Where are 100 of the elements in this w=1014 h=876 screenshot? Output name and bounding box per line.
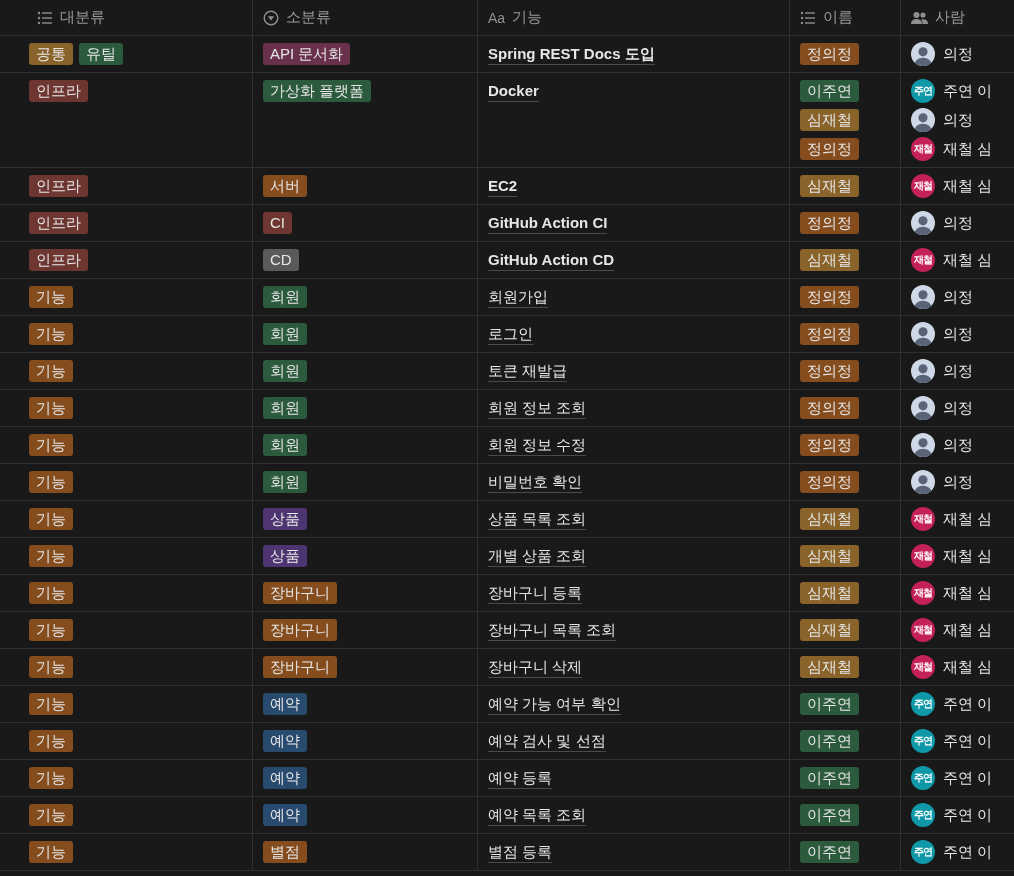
tag: 공통: [29, 43, 73, 65]
page-title-link[interactable]: 상품 목록 조회: [488, 508, 587, 530]
column-header[interactable]: 대분류: [60, 8, 105, 27]
tag: 별점: [263, 841, 307, 863]
tag: 기능: [29, 397, 73, 419]
list-icon: [37, 10, 53, 25]
tag: 기능: [29, 360, 73, 382]
page-title-link[interactable]: 토큰 재발급: [488, 360, 568, 382]
tag: CI: [263, 212, 292, 234]
tag: 기능: [29, 693, 73, 715]
person-name: 재철 심: [943, 139, 993, 159]
page-title-link[interactable]: Docker: [488, 80, 539, 102]
page-title-link[interactable]: 회원 정보 조회: [488, 397, 587, 419]
tag: 정의정: [800, 434, 859, 456]
tag: 정의정: [800, 471, 859, 493]
column-header[interactable]: 이름: [823, 8, 853, 27]
page-title-link[interactable]: GitHub Action CI: [488, 212, 608, 234]
tag: 회원: [263, 397, 307, 419]
tag: 회원: [263, 323, 307, 345]
tag: 장바구니: [263, 582, 337, 604]
select-property-icon: [263, 9, 279, 26]
tag: 기능: [29, 471, 73, 493]
column-header[interactable]: 소분류: [286, 8, 331, 27]
page-title-link[interactable]: 예약 목록 조회: [488, 804, 587, 826]
page-title-link[interactable]: 예약 검사 및 선점: [488, 730, 606, 752]
avatar-placeholder: [911, 211, 935, 235]
avatar-initials: 주연: [911, 840, 935, 864]
page-title-link[interactable]: 장바구니 목록 조회: [488, 619, 617, 641]
tag: 예약: [263, 804, 307, 826]
tag: 회원: [263, 360, 307, 382]
avatar-initials: 재철: [911, 137, 935, 161]
page-title-link[interactable]: 비밀번호 확인: [488, 471, 583, 493]
tag: 정의정: [800, 360, 859, 382]
page-title-link[interactable]: 예약 등록: [488, 767, 553, 789]
tag: 회원: [263, 471, 307, 493]
person-name: 의정: [943, 361, 973, 381]
avatar-placeholder: [911, 470, 935, 494]
tag: 장바구니: [263, 619, 337, 641]
tag: 장바구니: [263, 656, 337, 678]
tag: 심재철: [800, 109, 859, 131]
page-title-link[interactable]: 별점 등록: [488, 841, 553, 863]
avatar-initials: 재철: [911, 544, 935, 568]
avatar-initials: 주연: [911, 803, 935, 827]
page-title-link[interactable]: 장바구니 삭제: [488, 656, 583, 678]
page-title-link[interactable]: 개별 상품 조회: [488, 545, 587, 567]
avatar-initials: 재철: [911, 581, 935, 605]
people-icon: [911, 10, 928, 25]
tag: 기능: [29, 323, 73, 345]
person-name: 주연 이: [943, 694, 993, 714]
tag: 심재철: [800, 508, 859, 530]
tag: 기능: [29, 619, 73, 641]
avatar-initials: 주연: [911, 766, 935, 790]
tag: 서버: [263, 175, 307, 197]
tag: 회원: [263, 286, 307, 308]
tag: 기능: [29, 730, 73, 752]
avatar-initials: 재철: [911, 507, 935, 531]
column-header[interactable]: 기능: [512, 8, 543, 27]
page-title-link[interactable]: 로그인: [488, 323, 533, 345]
tag: 정의정: [800, 43, 859, 65]
tag: 심재철: [800, 175, 859, 197]
tag: 인프라: [29, 80, 88, 102]
page-title-link[interactable]: Spring REST Docs 도입: [488, 43, 655, 65]
tag: 이주연: [800, 730, 859, 752]
tag: 이주연: [800, 80, 859, 102]
tag: 정의정: [800, 323, 859, 345]
page-title-link[interactable]: 회원 정보 수정: [488, 434, 587, 456]
tag: 가상화 플랫폼: [263, 80, 372, 102]
avatar-placeholder: [911, 322, 935, 346]
person-name: 재철 심: [943, 509, 993, 529]
tag: 심재철: [800, 656, 859, 678]
tag: 이주연: [800, 767, 859, 789]
tag: 기능: [29, 286, 73, 308]
avatar-initials: 재철: [911, 174, 935, 198]
tag: 정의정: [800, 286, 859, 308]
avatar-placeholder: [911, 285, 935, 309]
person-name: 주연 이: [943, 805, 993, 825]
page-title-link[interactable]: 회원가입: [488, 286, 548, 308]
person-name: 주연 이: [943, 81, 993, 101]
page-title-link[interactable]: 장바구니 등록: [488, 582, 583, 604]
person-name: 주연 이: [943, 768, 993, 788]
tag: 심재철: [800, 249, 859, 271]
tag: 회원: [263, 434, 307, 456]
tag: 인프라: [29, 175, 88, 197]
avatar-placeholder: [911, 108, 935, 132]
avatar-placeholder: [911, 396, 935, 420]
page-title-link[interactable]: 예약 가능 여부 확인: [488, 693, 621, 715]
avatar-initials: 주연: [911, 79, 935, 103]
tag: 정의정: [800, 397, 859, 419]
tag: 심재철: [800, 545, 859, 567]
tag: 예약: [263, 767, 307, 789]
person-name: 재철 심: [943, 620, 993, 640]
page-title-link[interactable]: EC2: [488, 175, 518, 197]
tag: 기능: [29, 582, 73, 604]
tag: 심재철: [800, 582, 859, 604]
avatar-initials: 재철: [911, 655, 935, 679]
tag: 기능: [29, 434, 73, 456]
page-title-link[interactable]: GitHub Action CD: [488, 249, 615, 271]
column-header[interactable]: 사람: [935, 8, 965, 27]
tag: 인프라: [29, 212, 88, 234]
avatar-placeholder: [911, 42, 935, 66]
